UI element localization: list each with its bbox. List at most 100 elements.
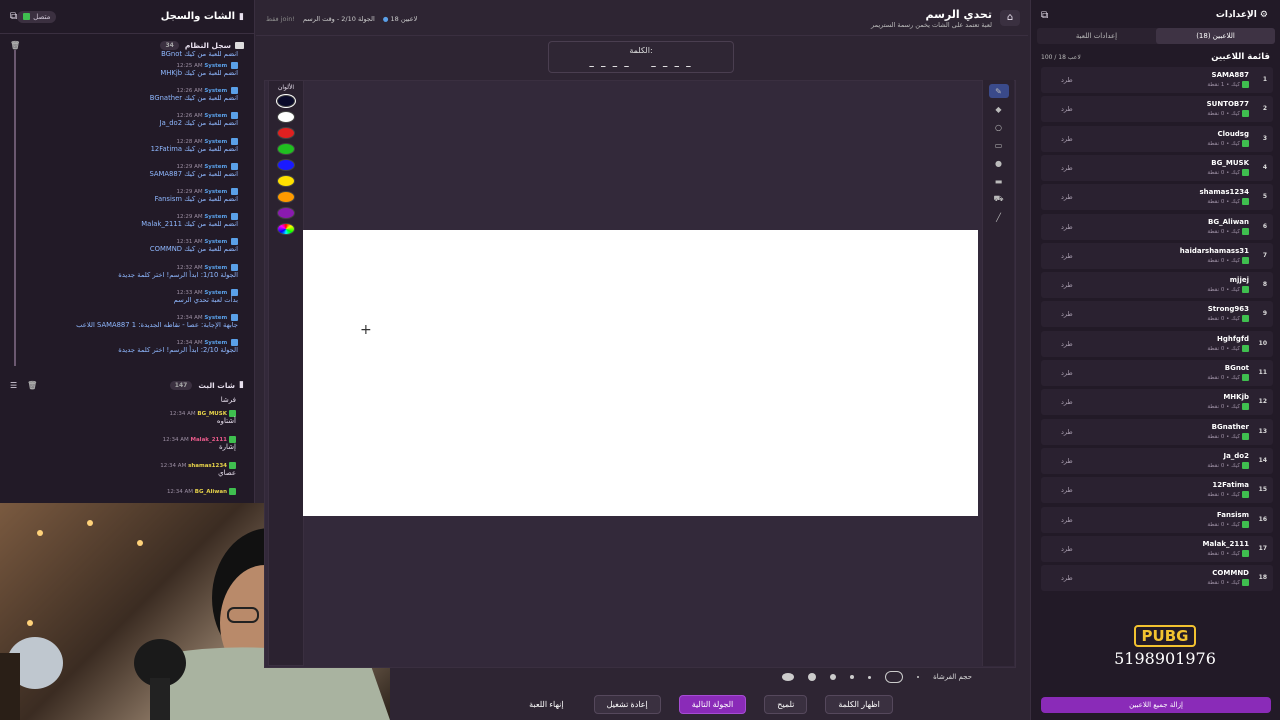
color-swatch[interactable] — [277, 207, 295, 219]
sidebar-toggle-icon[interactable]: ⧉ — [10, 11, 17, 22]
player-capacity: 100 / 18 لاعب — [1041, 54, 1081, 61]
hint-button[interactable]: تلميح — [764, 694, 808, 714]
kick-player-button[interactable]: طرد — [1061, 164, 1073, 172]
trash-icon[interactable]: 🗑 — [10, 41, 20, 50]
log-icon — [235, 41, 244, 49]
brush-size-6[interactable] — [885, 671, 904, 683]
kick-player-button[interactable]: طرد — [1061, 105, 1073, 113]
kick-player-button[interactable]: طرد — [1061, 281, 1073, 289]
system-log-item: 12:33 AM System بدأت لعبة تحدي الرسم — [16, 286, 242, 311]
color-swatch[interactable] — [277, 223, 295, 235]
brush-size-1[interactable] — [782, 673, 795, 681]
chat-icon: ▮ — [239, 380, 244, 390]
word-mask: _ _ _ _ _ _ _ _ — [589, 58, 693, 68]
chat-text: إشارة — [219, 443, 236, 451]
chat-list[interactable]: 12:34 AM BG_MUSK أشتاوه 12:34 AM Malak_211… — [0, 410, 254, 514]
drawing-tools: ✎ ◆ ○ ▭ ● ▬ ⛟ ╱ — [982, 80, 1014, 666]
brush-size-7[interactable] — [917, 676, 920, 678]
trash-icon[interactable]: 🗑 — [27, 381, 37, 390]
system-log-item: 12:26 AM System BGnather انضم للعبة من ك… — [16, 84, 242, 109]
chat-count: 147 — [169, 380, 193, 390]
player-score: كيك • 0 نقطة — [1207, 344, 1249, 352]
color-swatch[interactable] — [277, 159, 295, 171]
color-swatch[interactable] — [277, 127, 295, 139]
next-round-button[interactable]: الجولة التالية — [678, 694, 747, 714]
kick-player-button[interactable]: طرد — [1061, 193, 1073, 201]
chat-message: 12:34 AM shamas1234 عصاي — [0, 462, 254, 488]
kick-player-button[interactable]: طرد — [1061, 223, 1073, 231]
kick-player-button[interactable]: طرد — [1061, 135, 1073, 143]
system-log-text: 12Fatima انضم للعبة من كيك — [150, 144, 238, 153]
system-log-list[interactable]: System BGnot انضم للعبة من كيك12:25 AM S… — [14, 50, 242, 366]
kick-player-button[interactable]: طرد — [1061, 398, 1073, 406]
bucket-icon[interactable]: ⛟ — [989, 192, 1009, 206]
restart-button[interactable]: إعادة تشغيل — [593, 694, 661, 714]
chat-first-message: فرشا — [220, 396, 236, 404]
eraser-icon[interactable]: ◆ — [989, 102, 1009, 116]
player-name: Cloudsg — [1217, 129, 1249, 138]
color-swatch[interactable] — [277, 191, 295, 203]
end-game-button[interactable]: إنهاء اللعبة — [517, 696, 575, 713]
kick-player-button[interactable]: طرد — [1061, 340, 1073, 348]
brush-size-5[interactable] — [868, 675, 872, 679]
home-icon[interactable]: ⌂ — [1000, 10, 1020, 26]
color-swatch[interactable] — [277, 111, 295, 123]
chat-header: ☰ 🗑 147 شات البث ▮ — [0, 378, 254, 392]
player-score: كيك • 0 نقطة — [1207, 461, 1249, 469]
system-log-meta: 12:34 AM System — [16, 336, 238, 347]
kick-icon — [229, 488, 236, 495]
player-rank: 2 — [1262, 105, 1267, 113]
player-name: shamas1234 — [1199, 188, 1249, 197]
rectangle-tool-icon[interactable]: ▭ — [989, 138, 1009, 152]
kick-player-button[interactable]: طرد — [1061, 516, 1073, 524]
player-name: MHKjb — [1223, 393, 1249, 402]
game-subtitle: لعبة تعتمد على الشات يخمن رسمة الستريمر — [871, 21, 992, 29]
list-icon[interactable]: ☰ — [10, 381, 17, 390]
player-rank: 5 — [1262, 193, 1267, 201]
settings-title: الإعدادات ⚙ — [1215, 10, 1268, 20]
color-swatch[interactable] — [277, 175, 295, 187]
system-log-title: سجل النظام — [184, 40, 231, 50]
system-log-item: 12:29 AM System Fansism انضم للعبة من كي… — [16, 185, 242, 210]
kick-player-button[interactable]: طرد — [1061, 545, 1073, 553]
player-row: 5 shamas1234 كيك • 0 نقطة طرد — [1041, 184, 1273, 211]
tab-game-settings[interactable]: إعدادات اللعبة — [1037, 28, 1156, 44]
chat-icon: ▮ — [239, 11, 244, 22]
tab-players[interactable]: اللاعبين (18) — [1156, 28, 1275, 44]
clear-all-players-button[interactable]: إزالة جميع اللاعبين — [1041, 697, 1271, 713]
system-log-text: SAMA887 انضم للعبة من كيك — [149, 169, 238, 178]
system-log-text: MHKjb انضم للعبة من كيك — [160, 69, 238, 77]
kick-player-button[interactable]: طرد — [1061, 574, 1073, 582]
system-log-meta: 12:31 AM System — [16, 235, 238, 246]
player-rank: 10 — [1258, 339, 1267, 347]
brush-size-2[interactable] — [808, 673, 817, 681]
player-row: 1 SAMA887 كيك • 1 نقطة طرد — [1041, 67, 1273, 93]
circle-tool-icon[interactable]: ○ — [989, 120, 1009, 134]
drawing-canvas[interactable]: + — [303, 230, 978, 516]
line-diagonal-icon[interactable]: ╱ — [989, 210, 1009, 224]
player-score: كيك • 0 نقطة — [1207, 110, 1249, 118]
collapse-panel-icon[interactable]: ⧉ — [1041, 10, 1048, 21]
player-rank: 12 — [1258, 398, 1267, 406]
chat-text: أشتاوه — [216, 417, 236, 425]
color-swatch[interactable] — [277, 143, 295, 155]
brush-size-4[interactable] — [850, 675, 855, 679]
player-name: BGnather — [1211, 422, 1249, 431]
kick-player-button[interactable]: طرد — [1061, 486, 1073, 494]
kick-player-button[interactable]: طرد — [1061, 369, 1073, 377]
line-tool-icon[interactable]: ▬ — [989, 174, 1009, 188]
color-swatch[interactable] — [276, 94, 296, 108]
settings-gear-icon: ⚙ — [1259, 10, 1268, 20]
kick-player-button[interactable]: طرد — [1061, 76, 1073, 84]
brush-size-3[interactable] — [830, 674, 837, 680]
kick-player-button[interactable]: طرد — [1061, 252, 1073, 260]
fill-tool-icon[interactable]: ● — [989, 156, 1009, 170]
kick-player-button[interactable]: طرد — [1061, 457, 1073, 465]
show-word-button[interactable]: اظهار الكلمة — [825, 694, 893, 714]
kick-player-button[interactable]: طرد — [1061, 310, 1073, 318]
player-rank: 6 — [1262, 222, 1267, 230]
player-name: COMMND — [1212, 569, 1249, 578]
kick-player-button[interactable]: طرد — [1061, 428, 1073, 436]
pencil-icon[interactable]: ✎ — [988, 84, 1009, 98]
colors-label: الألوان — [277, 84, 295, 91]
